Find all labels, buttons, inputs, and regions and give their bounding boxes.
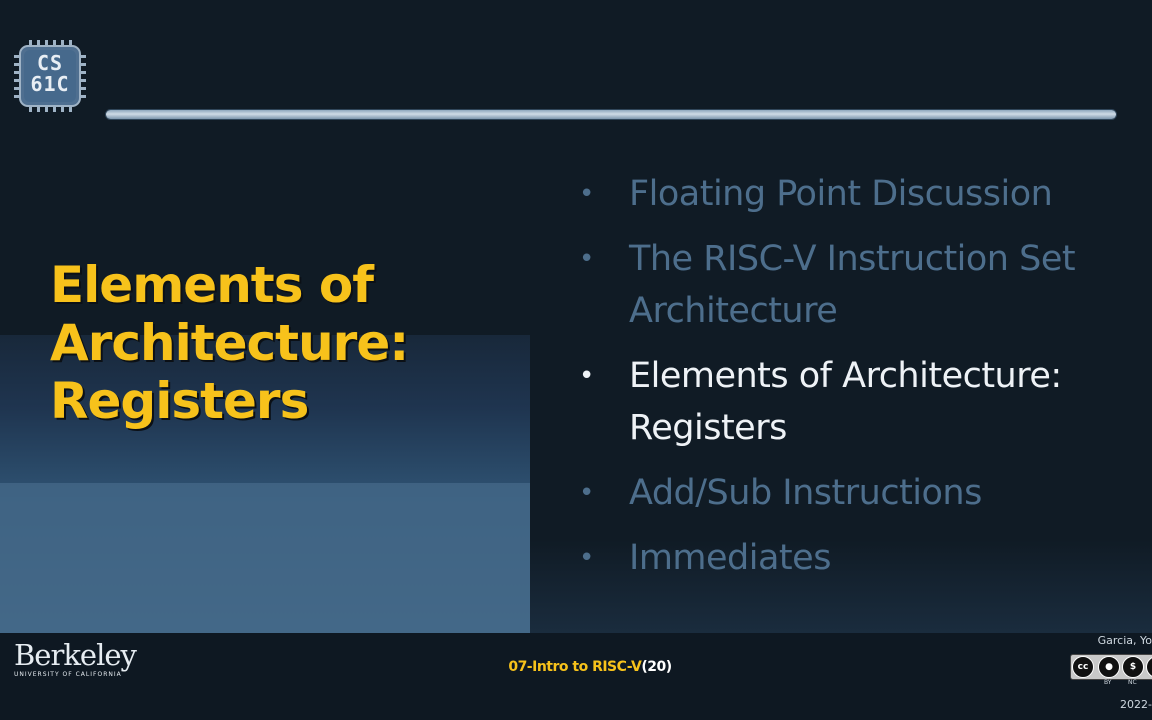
header-divider (106, 110, 1116, 119)
agenda-list: • Floating Point Discussion • The RISC-V… (576, 168, 1136, 597)
noncommercial-icon: $ (1122, 656, 1144, 678)
slide: CS 61C Elements of Architecture: Registe… (0, 0, 1152, 720)
berkeley-logo: Berkeley University of California (14, 638, 137, 679)
creative-commons-badge: cc ● $ ↻ BY NC (1068, 652, 1152, 686)
footer-year: 2022- (1120, 698, 1152, 711)
agenda-item-immediates: • Immediates (576, 532, 1136, 584)
cc-icon: cc (1072, 656, 1094, 678)
agenda-item-add-sub: • Add/Sub Instructions (576, 467, 1136, 519)
bullet-icon: • (579, 244, 594, 274)
agenda-item-risc-v-isa: • The RISC-V Instruction Set Architectur… (576, 233, 1136, 337)
agenda-item-registers: • Elements of Architecture: Registers (576, 350, 1136, 454)
agenda-item-label: Elements of Architecture: Registers (629, 356, 1062, 448)
berkeley-subtitle: University of California (14, 671, 122, 678)
author-credit: Garcia, Yo (1097, 634, 1152, 647)
slide-number: (20) (641, 659, 672, 675)
cs61c-chip-logo: CS 61C (12, 40, 88, 112)
agenda-item-label: Floating Point Discussion (629, 174, 1053, 214)
agenda-item-label: The RISC-V Instruction Set Architecture (629, 239, 1076, 331)
section-title-line1: Elements of (50, 256, 374, 314)
agenda-item-label: Add/Sub Instructions (629, 473, 982, 513)
bullet-icon: • (579, 478, 594, 508)
bullet-icon: • (579, 543, 594, 573)
section-title-line2: Architecture: (50, 314, 409, 372)
cc-by-label: BY (1104, 679, 1112, 686)
chip-logo-text: CS 61C (12, 53, 88, 95)
bullet-icon: • (579, 179, 594, 209)
attribution-icon: ● (1098, 656, 1120, 678)
section-title: Elements of Architecture: Registers (50, 256, 520, 430)
agenda-item-label: Immediates (629, 538, 831, 578)
footer-bar (0, 633, 1152, 720)
berkeley-wordmark: Berkeley (14, 638, 137, 672)
agenda-item-floating-point: • Floating Point Discussion (576, 168, 1136, 220)
cc-nc-label: NC (1128, 679, 1137, 686)
chip-logo-line1: CS (36, 51, 64, 75)
chip-logo-line2: 61C (30, 72, 70, 96)
lecture-title: 07-Intro to RISC-V (508, 659, 642, 675)
section-title-line3: Registers (50, 372, 309, 430)
lecture-label: 07-Intro to RISC-V(20) (440, 659, 740, 675)
bullet-icon: • (579, 361, 594, 391)
